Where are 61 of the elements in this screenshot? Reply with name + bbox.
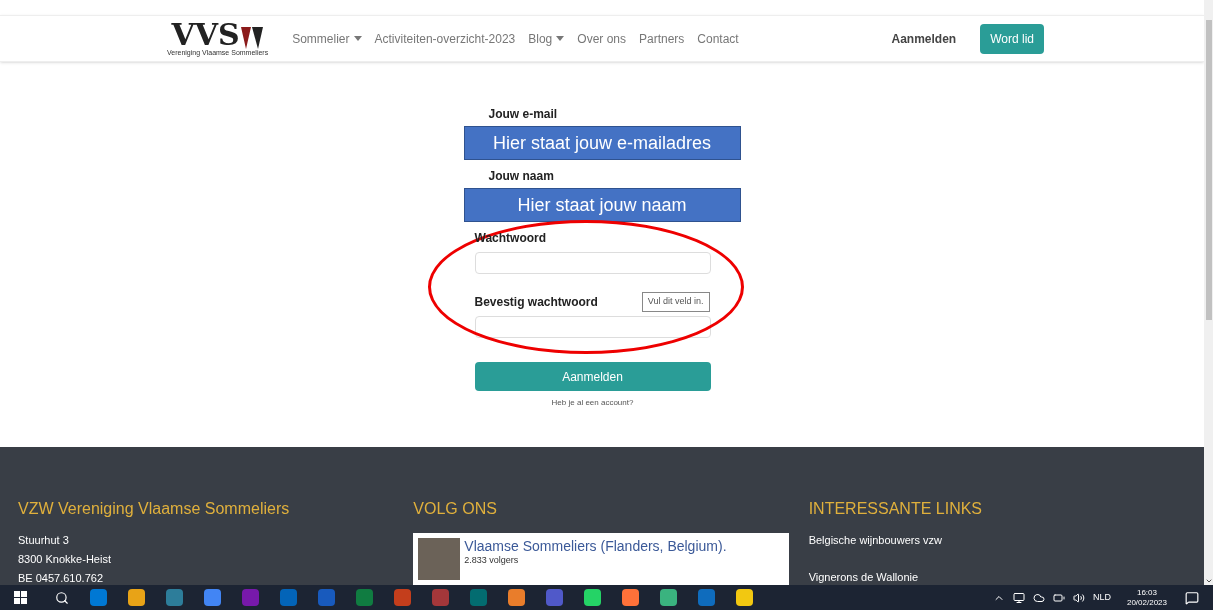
speaker-icon[interactable]: [1072, 591, 1085, 604]
password-field[interactable]: [474, 252, 711, 274]
login-link[interactable]: Aanmelden: [891, 29, 957, 48]
app-icon[interactable]: [698, 589, 715, 606]
app-icon[interactable]: [280, 589, 297, 606]
app-icon[interactable]: [660, 589, 677, 606]
app-icon[interactable]: [128, 589, 145, 606]
nav-link[interactable]: Sommelier: [292, 29, 362, 48]
clock[interactable]: 16:03 20/02/2023: [1126, 585, 1167, 610]
clock-time: 16:03: [1136, 588, 1157, 598]
nav-link[interactable]: Blog: [528, 29, 565, 48]
nav-link[interactable]: Contact: [697, 29, 739, 48]
language-indicator[interactable]: NLD: [1092, 590, 1111, 605]
app-icon[interactable]: [546, 589, 563, 606]
follower-count: 2.833 volgers: [464, 554, 520, 567]
cover-box: Hier staat jouw naam: [463, 188, 741, 222]
field-label: Jouw e-mail: [487, 106, 558, 123]
notification-icon[interactable]: [1185, 590, 1199, 605]
nav-link[interactable]: Partners: [639, 29, 685, 48]
logo-text: VVS: [171, 20, 240, 49]
photo-placeholder: [418, 538, 461, 580]
clock-date: 20/02/2023: [1126, 598, 1167, 608]
footer-link[interactable]: Vignerons de Wallonie: [808, 570, 1204, 585]
address-line: BE 0457.610.762: [18, 571, 105, 586]
page-link[interactable]: Vlaamse Sommeliers (Flanders, Belgium).: [464, 538, 727, 554]
scroll-down-icon[interactable]: [1204, 577, 1213, 585]
app-icon[interactable]: [166, 589, 183, 606]
wine-glass-icon: [239, 26, 264, 49]
app-icon[interactable]: [204, 589, 221, 606]
address-line: Stuurhut 3: [18, 533, 70, 548]
cloud-icon[interactable]: [1032, 591, 1045, 604]
footer-heading: VOLG ONS: [413, 499, 498, 519]
monitor-icon[interactable]: [1012, 591, 1025, 604]
footer-heading: VZW Vereniging Vlaamse Sommeliers: [18, 499, 291, 519]
app-icon[interactable]: [356, 589, 373, 606]
app-icon[interactable]: [394, 589, 411, 606]
footer-link[interactable]: Belgische wijnbouwers vzw: [808, 533, 1204, 548]
app-icon[interactable]: [318, 589, 335, 606]
app-icon[interactable]: [470, 589, 487, 606]
start-icon[interactable]: [14, 591, 27, 604]
scrollbar[interactable]: [1204, 0, 1213, 585]
field-label: Bevestig wachtwoord: [474, 294, 598, 311]
app-icon[interactable]: [584, 589, 601, 606]
app-icon[interactable]: [736, 589, 753, 606]
nav-link[interactable]: Over ons: [577, 29, 626, 48]
battery-icon[interactable]: [1052, 591, 1065, 604]
password-field[interactable]: [474, 316, 711, 338]
app-icon[interactable]: [622, 589, 639, 606]
caret-icon: [556, 36, 565, 41]
app-icon[interactable]: [432, 589, 449, 606]
caret-icon: [353, 36, 362, 41]
app-icon[interactable]: [90, 589, 107, 606]
field-label: Jouw naam: [487, 168, 554, 185]
app-icon[interactable]: [508, 589, 525, 606]
address-line: 8300 Knokke-Heist: [18, 552, 112, 567]
search-icon[interactable]: [55, 590, 69, 605]
footer-heading: INTERESSANTE LINKS: [808, 499, 984, 519]
account-link[interactable]: Heb je al een account?: [463, 397, 722, 409]
cover-box: Hier staat jouw e-mailadres: [463, 126, 741, 160]
nav-link[interactable]: Activiteiten-overzicht-2023: [374, 29, 516, 48]
validation-tooltip: Vul dit veld in.: [641, 292, 710, 312]
